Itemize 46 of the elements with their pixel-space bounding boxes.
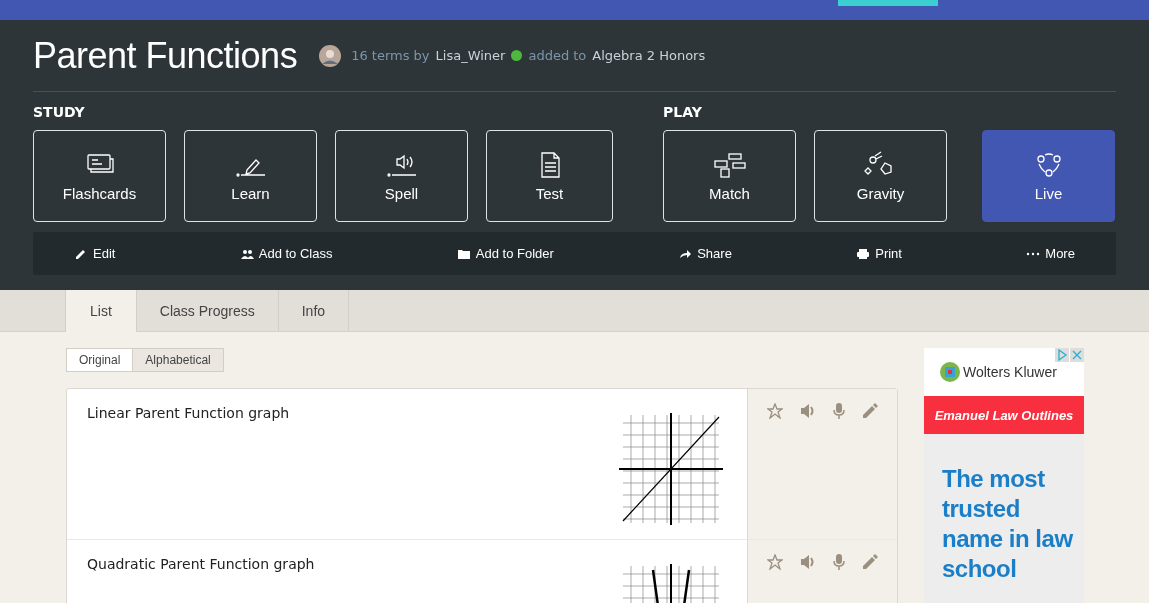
pencil-icon[interactable] (862, 403, 879, 419)
study-mode-button[interactable]: Learn (184, 130, 317, 222)
pencil-icon (74, 247, 88, 260)
sort-toggle[interactable]: Original (66, 348, 134, 372)
action-button[interactable]: Print (850, 245, 908, 262)
share-arrow-icon (678, 247, 693, 260)
action-button[interactable]: Add to Folder (450, 245, 560, 262)
action-button[interactable]: Edit (68, 245, 122, 262)
microphone-icon[interactable] (833, 403, 846, 419)
speaker-icon[interactable] (799, 554, 816, 570)
author-link[interactable]: Lisa_Winer (435, 48, 506, 63)
star-icon[interactable] (766, 403, 783, 419)
tab[interactable]: Class Progress (135, 290, 278, 331)
study-mode-button[interactable]: Match (663, 130, 796, 222)
printer-icon (856, 247, 871, 260)
term-count: 16 terms by (351, 48, 430, 63)
section-label: PLAY (663, 104, 703, 122)
study-mode-button[interactable]: Flashcards (33, 130, 166, 222)
speaker-icon[interactable] (799, 403, 816, 419)
sort-toggle[interactable]: Alphabetical (133, 348, 224, 372)
added-to-text: added to (528, 48, 587, 63)
brand-name: Wolters Kluwer (963, 364, 1057, 380)
study-mode-button[interactable]: Test (486, 130, 613, 222)
term-text: Quadratic Parent Function graph (87, 556, 315, 574)
avatar-icon (319, 44, 342, 67)
study-mode-button[interactable]: Spell (335, 130, 468, 222)
term-text: Linear Parent Function graph (87, 405, 290, 423)
logo-icon (940, 362, 960, 382)
ad-headline: The most trusted name in law school (942, 464, 1074, 584)
action-button[interactable]: Add to Class (233, 245, 339, 262)
tab[interactable]: List (65, 290, 136, 332)
action-button[interactable]: More (1020, 245, 1081, 262)
study-mode-button[interactable]: Live (982, 130, 1115, 222)
section-label: STUDY (33, 104, 86, 122)
ad-banner: Emanuel Law Outlines (924, 396, 1084, 434)
close-icon[interactable] (1070, 348, 1084, 362)
star-icon[interactable] (766, 554, 783, 570)
pencil-icon[interactable] (862, 554, 879, 570)
cards-icon (711, 150, 748, 179)
tab[interactable]: Info (277, 290, 350, 331)
play-icon[interactable] (1055, 348, 1069, 362)
study-mode-button[interactable]: Gravity (814, 130, 947, 222)
action-button[interactable]: Share (672, 245, 738, 262)
class-link[interactable]: Algebra 2 Honors (592, 48, 706, 63)
set-title: Parent Functions (33, 34, 298, 77)
microphone-icon[interactable] (833, 554, 846, 570)
